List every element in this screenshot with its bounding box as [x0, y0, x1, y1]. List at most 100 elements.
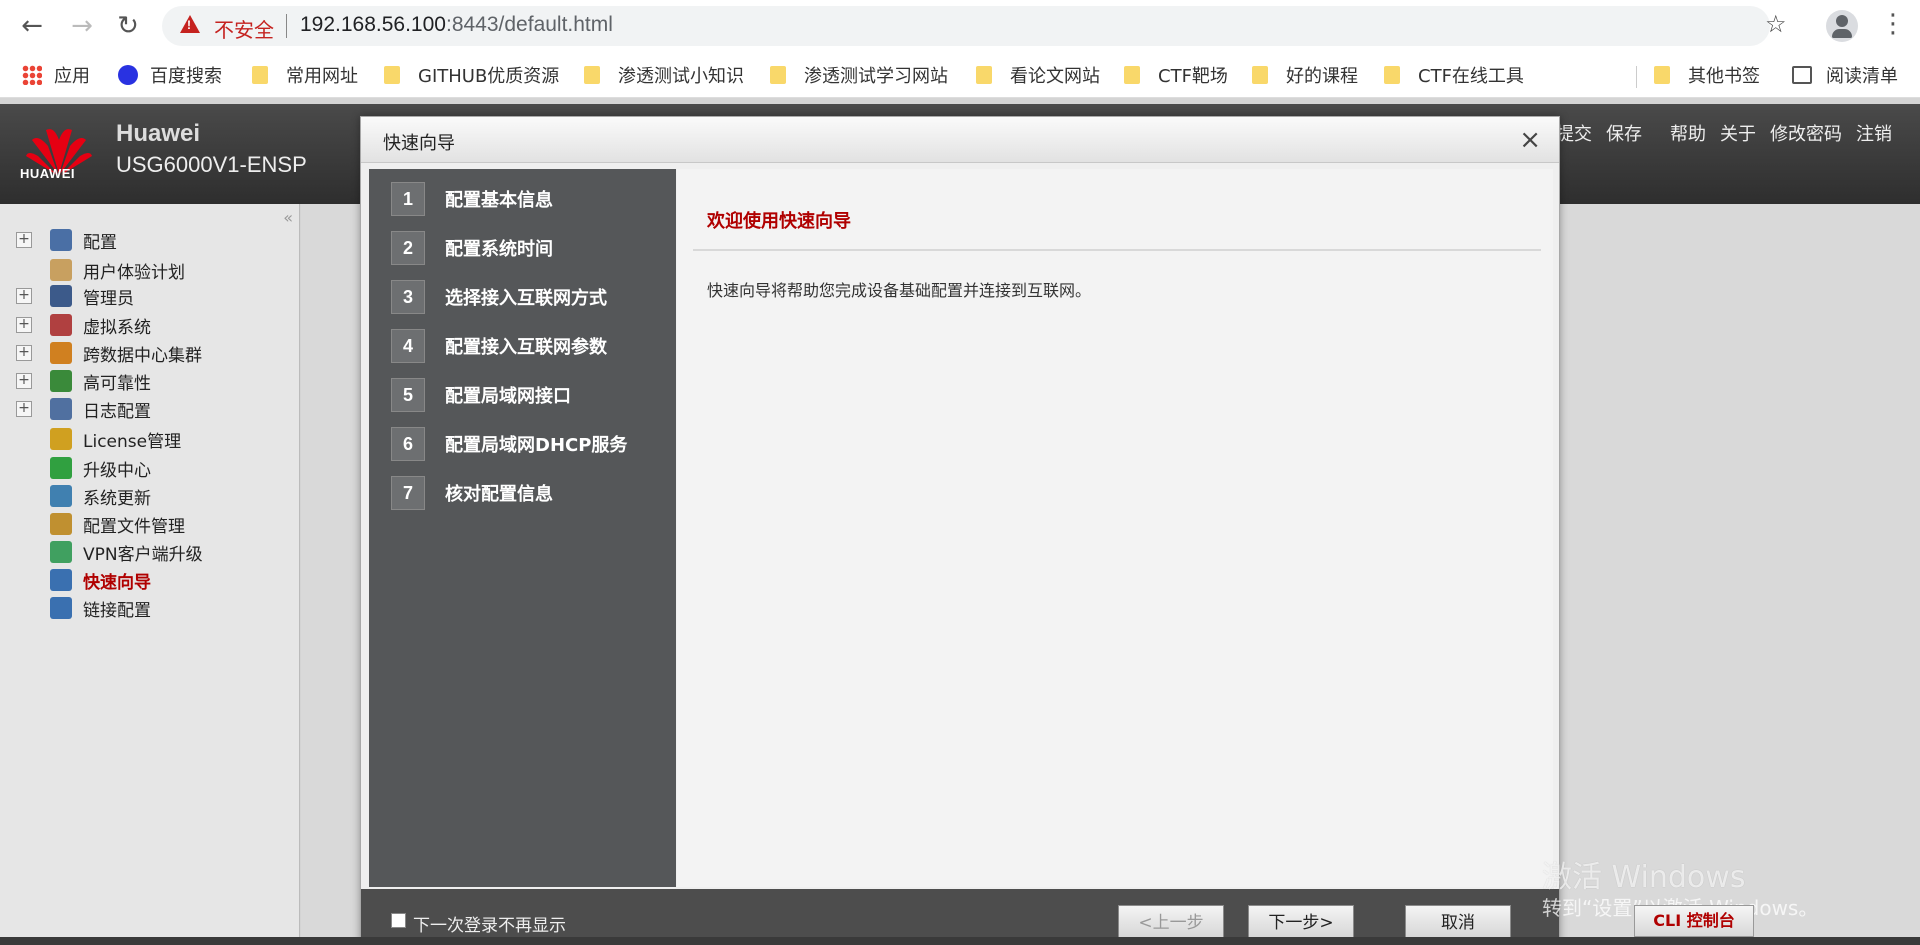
- back-arrow-icon[interactable]: ←: [16, 10, 48, 42]
- url-text[interactable]: 192.168.56.100:8443/default.html: [300, 13, 613, 37]
- wizard-step: 3 选择接入互联网方式: [391, 279, 607, 315]
- sidebar-nav: « + 配置 用户体验计划 + 管理员 + 虚拟系统 + 跨数据中心集群 + 高可靠性 + 日志配置 Li…: [0, 204, 300, 937]
- vpn-icon: [50, 541, 72, 563]
- welcome-title: 欢迎使用快速向导: [707, 211, 851, 232]
- device-model: USG6000V1-ENSP: [116, 152, 307, 177]
- bottom-strip: [0, 937, 1920, 945]
- save-link[interactable]: 保存: [1606, 120, 1642, 146]
- sidebar-item-label: License管理: [83, 431, 182, 452]
- logout-link[interactable]: 注销: [1856, 120, 1892, 146]
- commit-link[interactable]: 提交: [1556, 120, 1592, 146]
- help-link[interactable]: 帮助: [1670, 120, 1706, 146]
- expand-plus-icon[interactable]: +: [16, 373, 32, 389]
- bookmark-folder[interactable]: 渗透测试小知识: [584, 62, 744, 88]
- admin-icon: [50, 285, 72, 307]
- expand-plus-icon[interactable]: +: [16, 317, 32, 333]
- brand-name: Huawei: [116, 120, 201, 147]
- wizard-step: 5 配置局域网接口: [391, 377, 571, 413]
- wizard-step: 4 配置接入互联网参数: [391, 328, 607, 364]
- bookmark-folder[interactable]: CTF靶场: [1124, 62, 1228, 88]
- sidebar-item-label: 跨数据中心集群: [83, 345, 202, 366]
- sidebar-item-label: 快速向导: [83, 572, 151, 593]
- insecure-label[interactable]: 不安全: [214, 14, 274, 43]
- step-number: 1: [391, 182, 425, 216]
- windows-activation-watermark: 激活 Windows: [1542, 860, 1746, 895]
- step-number: 7: [391, 476, 425, 510]
- header-links: 提交 保存 帮助 关于 修改密码 注销: [1556, 120, 1892, 146]
- wizard-step: 7 核对配置信息: [391, 475, 553, 511]
- dialog-titlebar: 快速向导 ×: [361, 117, 1559, 163]
- sidebar-item-label: 配置: [83, 232, 117, 253]
- virtual-system-icon: [50, 314, 72, 336]
- log-icon: [50, 398, 72, 420]
- warning-icon: [180, 15, 200, 33]
- step-number: 2: [391, 231, 425, 265]
- logo-text: HUAWEI: [20, 166, 75, 181]
- wizard-step: 2 配置系统时间: [391, 230, 553, 266]
- step-number: 6: [391, 427, 425, 461]
- profile-avatar[interactable]: [1826, 10, 1858, 42]
- baidu-paw-icon: [118, 65, 138, 85]
- folder-icon: [1252, 66, 1268, 84]
- expand-plus-icon[interactable]: +: [16, 288, 32, 304]
- about-link[interactable]: 关于: [1720, 120, 1756, 146]
- sidebar-item-label: 管理员: [83, 288, 134, 309]
- wizard-step: 1 配置基本信息: [391, 181, 553, 217]
- folder-icon: [384, 66, 400, 84]
- dialog-title: 快速向导: [383, 133, 455, 154]
- quick-wizard-dialog: 快速向导 × 1 配置基本信息 2 配置系统时间 3 选择接入互联网方式 4 配置接入互联网参…: [360, 116, 1560, 945]
- dont-show-label: 下一次登录不再显示: [413, 916, 566, 936]
- dont-show-checkbox[interactable]: [391, 913, 406, 928]
- folder-icon: [976, 66, 992, 84]
- sidebar-item-label: 高可靠性: [83, 373, 151, 394]
- bookmark-folder[interactable]: 常用网址: [252, 62, 358, 88]
- bookmark-folder[interactable]: 看论文网站: [976, 62, 1100, 88]
- reload-icon[interactable]: ↻: [112, 10, 144, 42]
- sidebar-item-label: 系统更新: [83, 488, 151, 509]
- step-label: 配置系统时间: [445, 239, 553, 260]
- change-password-link[interactable]: 修改密码: [1770, 120, 1842, 146]
- step-number: 3: [391, 280, 425, 314]
- cancel-button[interactable]: 取消: [1405, 905, 1511, 941]
- folder-icon: [584, 66, 600, 84]
- expand-plus-icon[interactable]: +: [16, 232, 32, 248]
- bookmark-star-icon[interactable]: ☆: [1765, 10, 1787, 38]
- forward-arrow-icon[interactable]: →: [66, 10, 98, 42]
- bookmark-folder[interactable]: GITHUB优质资源: [384, 62, 559, 88]
- bookmark-folder[interactable]: 好的课程: [1252, 62, 1358, 88]
- folder-icon: [1124, 66, 1140, 84]
- address-bar[interactable]: 不安全 192.168.56.100:8443/default.html: [162, 6, 1770, 46]
- bookmark-apps[interactable]: 应用: [22, 62, 90, 88]
- config-icon: [50, 229, 72, 251]
- close-icon[interactable]: ×: [1519, 125, 1541, 155]
- prev-step-button[interactable]: <上一步: [1118, 905, 1224, 941]
- system-update-icon: [50, 485, 72, 507]
- sidebar-item-label: 日志配置: [83, 401, 151, 422]
- step-label: 核对配置信息: [445, 484, 553, 505]
- bookmark-folder[interactable]: CTF在线工具: [1384, 62, 1524, 88]
- bookmark-other[interactable]: 其他书签: [1654, 62, 1760, 88]
- next-step-button[interactable]: 下一步>: [1248, 905, 1354, 941]
- browser-menu-icon[interactable]: ⋮: [1880, 8, 1906, 40]
- expand-plus-icon[interactable]: +: [16, 345, 32, 361]
- link-config-icon: [50, 597, 72, 619]
- config-file-icon: [50, 513, 72, 535]
- browser-toolbar: ← → ↻ 不安全 192.168.56.100:8443/default.ht…: [0, 0, 1920, 52]
- title-divider: [693, 249, 1541, 251]
- sidebar-item-label: 链接配置: [83, 600, 151, 621]
- sidebar-item-label: VPN客户端升级: [83, 544, 203, 565]
- collapse-sidebar-icon[interactable]: «: [283, 208, 293, 227]
- bookmark-baidu[interactable]: 百度搜索: [118, 62, 222, 88]
- expand-plus-icon[interactable]: +: [16, 401, 32, 417]
- bookmark-folder[interactable]: 渗透测试学习网站: [770, 62, 948, 88]
- sidebar-item-label: 用户体验计划: [83, 262, 185, 283]
- upgrade-icon: [50, 457, 72, 479]
- step-label: 配置局域网接口: [445, 386, 571, 407]
- address-separator: [286, 14, 287, 38]
- reading-list[interactable]: 阅读清单: [1792, 62, 1898, 88]
- bookmarks-bar: 应用 百度搜索 常用网址 GITHUB优质资源 渗透测试小知识 渗透测试学习网站…: [0, 52, 1920, 98]
- cluster-icon: [50, 342, 72, 364]
- folder-icon: [1654, 66, 1670, 84]
- cli-console-button[interactable]: CLI 控制台: [1634, 905, 1754, 937]
- apps-grid-icon: [22, 65, 42, 85]
